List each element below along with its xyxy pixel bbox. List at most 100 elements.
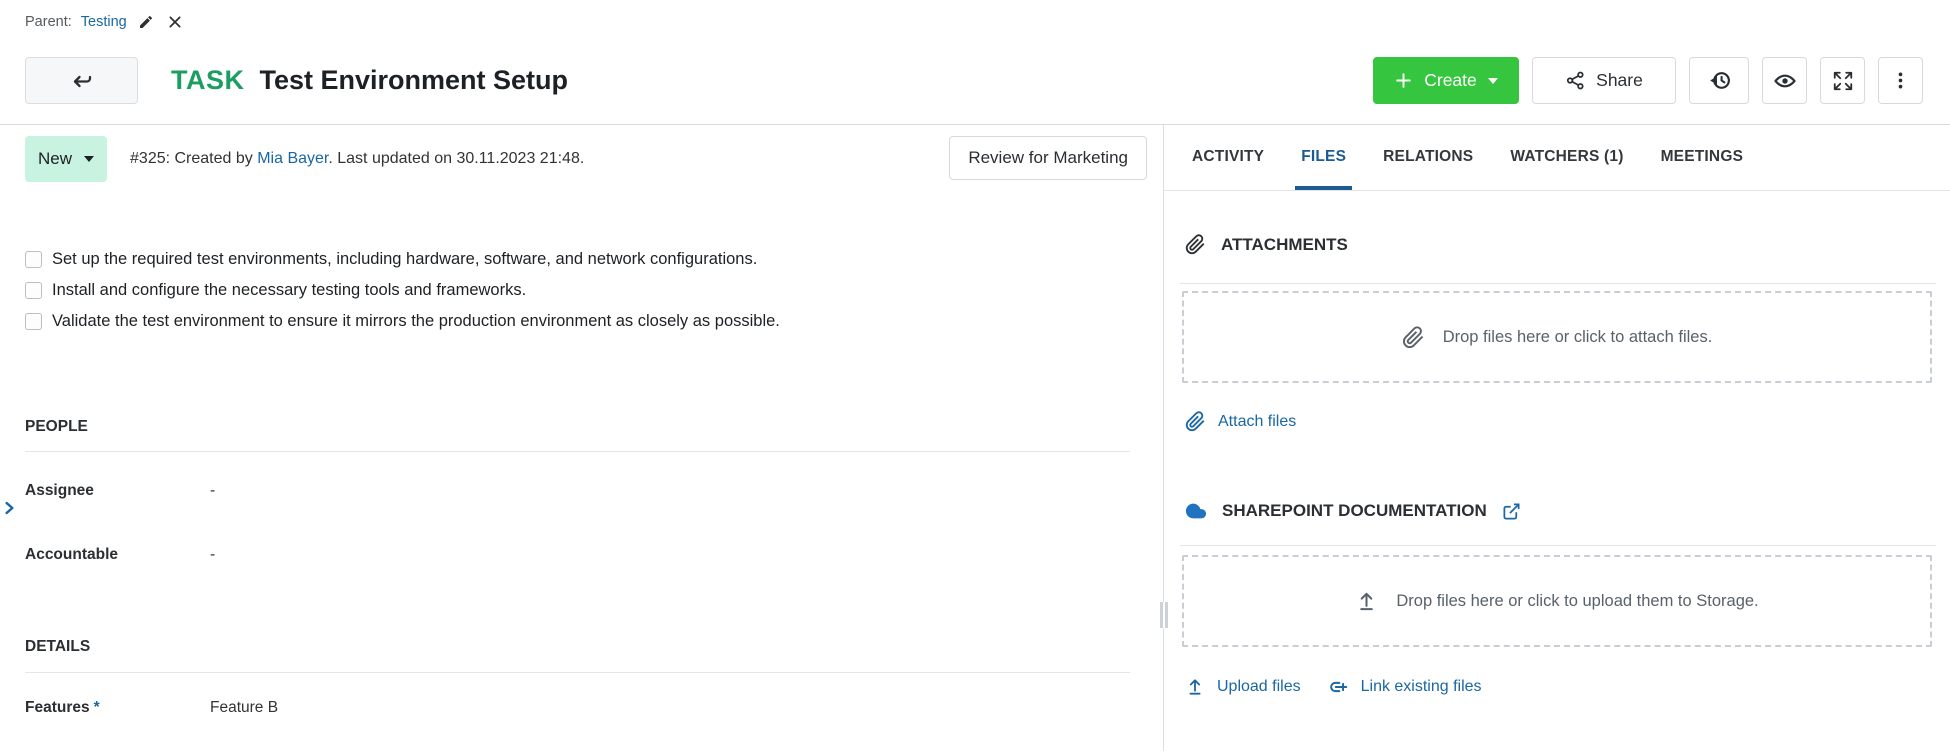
attribute-row-assignee: Assignee - [25, 480, 1130, 502]
parent-breadcrumb: Parent: Testing [25, 12, 185, 32]
activity-history-button[interactable] [1689, 57, 1749, 104]
attachments-dropzone[interactable]: Drop files here or click to attach files… [1182, 291, 1932, 383]
tab-meetings[interactable]: MEETINGS [1661, 124, 1744, 190]
meta-suffix: . Last updated on 30.11.2023 21:48. [328, 150, 584, 167]
tab-relations[interactable]: RELATIONS [1383, 124, 1473, 190]
tab-activity[interactable]: ACTIVITY [1192, 124, 1264, 190]
parent-label: Parent: [25, 14, 72, 30]
work-package-type[interactable]: TASK [171, 65, 245, 96]
remove-parent-button[interactable] [165, 12, 185, 32]
link-existing-files-label: Link existing files [1361, 678, 1482, 696]
edit-parent-button[interactable] [136, 12, 156, 32]
external-link-icon[interactable] [1502, 502, 1521, 521]
attachments-dropzone-text: Drop files here or click to attach files… [1443, 328, 1713, 347]
paperclip-plus-icon [1185, 411, 1206, 432]
eye-icon [1773, 69, 1797, 93]
storage-dropzone[interactable]: Drop files here or click to upload them … [1182, 555, 1932, 647]
header: TASK Test Environment Setup Create Share [25, 57, 1923, 104]
upload-icon [1185, 677, 1205, 697]
share-button-label: Share [1596, 70, 1643, 91]
detail-tabs: ACTIVITY FILES RELATIONS WATCHERS (1) ME… [1164, 124, 1950, 191]
accountable-value[interactable]: - [210, 546, 215, 564]
fullscreen-button[interactable] [1820, 57, 1865, 104]
features-value[interactable]: Feature B [210, 699, 278, 717]
back-arrow-icon [70, 69, 94, 93]
accountable-label: Accountable [25, 546, 210, 564]
attachments-title: ATTACHMENTS [1221, 235, 1348, 255]
tab-watchers[interactable]: WATCHERS (1) [1510, 124, 1623, 190]
status-row: New #325: Created by Mia Bayer. Last upd… [25, 136, 1147, 182]
create-button[interactable]: Create [1373, 57, 1519, 104]
more-actions-button[interactable] [1878, 57, 1923, 104]
attach-files-link[interactable]: Attach files [1185, 411, 1296, 432]
checkbox[interactable] [25, 313, 42, 330]
cloud-icon [1185, 500, 1207, 522]
checklist-item-text: Set up the required test environments, i… [52, 250, 757, 269]
upload-icon [1355, 590, 1378, 613]
section-divider [25, 672, 1130, 673]
attach-files-label: Attach files [1218, 413, 1296, 431]
people-section-title: PEOPLE [25, 418, 88, 436]
close-icon [167, 14, 183, 30]
section-divider [25, 451, 1130, 452]
attachments-header: ATTACHMENTS [1185, 234, 1348, 255]
checklist-item-text: Validate the test environment to ensure … [52, 312, 780, 331]
create-button-label: Create [1424, 70, 1477, 91]
checkbox[interactable] [25, 282, 42, 299]
collapse-panel-chevron[interactable] [1, 496, 18, 520]
upload-files-label: Upload files [1217, 678, 1301, 696]
storage-dropzone-text: Drop files here or click to upload them … [1396, 592, 1758, 611]
assignee-value[interactable]: - [210, 482, 215, 500]
parent-link[interactable]: Testing [81, 14, 127, 30]
section-divider [1180, 283, 1936, 284]
upload-files-link[interactable]: Upload files [1185, 676, 1301, 698]
sharepoint-title: SHAREPOINT DOCUMENTATION [1222, 501, 1487, 521]
attribute-row-accountable: Accountable - [25, 544, 1130, 566]
kebab-menu-icon [1890, 70, 1911, 91]
status-dropdown[interactable]: New [25, 136, 107, 182]
tab-files[interactable]: FILES [1301, 124, 1346, 190]
header-actions: Create Share [1373, 57, 1923, 104]
checklist-item: Validate the test environment to ensure … [25, 306, 780, 337]
assignee-label: Assignee [25, 482, 210, 500]
features-label-text: Features [25, 699, 90, 716]
watch-button[interactable] [1762, 57, 1807, 104]
link-plus-icon [1327, 676, 1349, 698]
pencil-icon [138, 14, 154, 30]
chevron-down-icon [84, 156, 94, 162]
page-title[interactable]: Test Environment Setup [260, 65, 569, 96]
author-link[interactable]: Mia Bayer [257, 150, 328, 167]
fullscreen-arrows-icon [1832, 70, 1854, 92]
work-package-details-panel: New #325: Created by Mia Bayer. Last upd… [0, 124, 1163, 751]
back-button[interactable] [25, 57, 138, 104]
meta-prefix: #325: Created by [130, 150, 257, 167]
sharepoint-header: SHAREPOINT DOCUMENTATION [1185, 500, 1521, 522]
paperclip-icon [1185, 234, 1206, 255]
plus-icon [1394, 71, 1413, 90]
attribute-row-features: Features* Feature B [25, 697, 1130, 719]
work-package-page: Parent: Testing TASK Test Environment Se… [0, 0, 1950, 751]
checklist-item: Set up the required test environments, i… [25, 244, 780, 275]
required-mark: * [94, 699, 100, 716]
status-label: New [38, 149, 72, 169]
chevron-down-icon [1488, 78, 1498, 84]
share-icon [1565, 70, 1586, 91]
checklist-item: Install and configure the necessary test… [25, 275, 780, 306]
features-label: Features* [25, 699, 210, 717]
chevron-right-icon [1, 496, 18, 520]
history-clock-icon [1707, 68, 1732, 93]
share-button[interactable]: Share [1532, 57, 1676, 104]
workflow-transition-button[interactable]: Review for Marketing [949, 136, 1147, 180]
files-panel: ACTIVITY FILES RELATIONS WATCHERS (1) ME… [1164, 124, 1950, 751]
section-divider [1180, 545, 1936, 546]
panel-resize-handle[interactable] [1158, 602, 1169, 628]
description-checklist: Set up the required test environments, i… [25, 244, 780, 337]
storage-links-row: Upload files Link existing files [1185, 676, 1482, 698]
details-section-title: DETAILS [25, 638, 90, 656]
paperclip-icon [1402, 326, 1425, 349]
link-existing-files-link[interactable]: Link existing files [1327, 676, 1482, 698]
meta-text: #325: Created by Mia Bayer. Last updated… [130, 136, 584, 182]
title-group: TASK Test Environment Setup [171, 65, 568, 96]
checkbox[interactable] [25, 251, 42, 268]
checklist-item-text: Install and configure the necessary test… [52, 281, 526, 300]
